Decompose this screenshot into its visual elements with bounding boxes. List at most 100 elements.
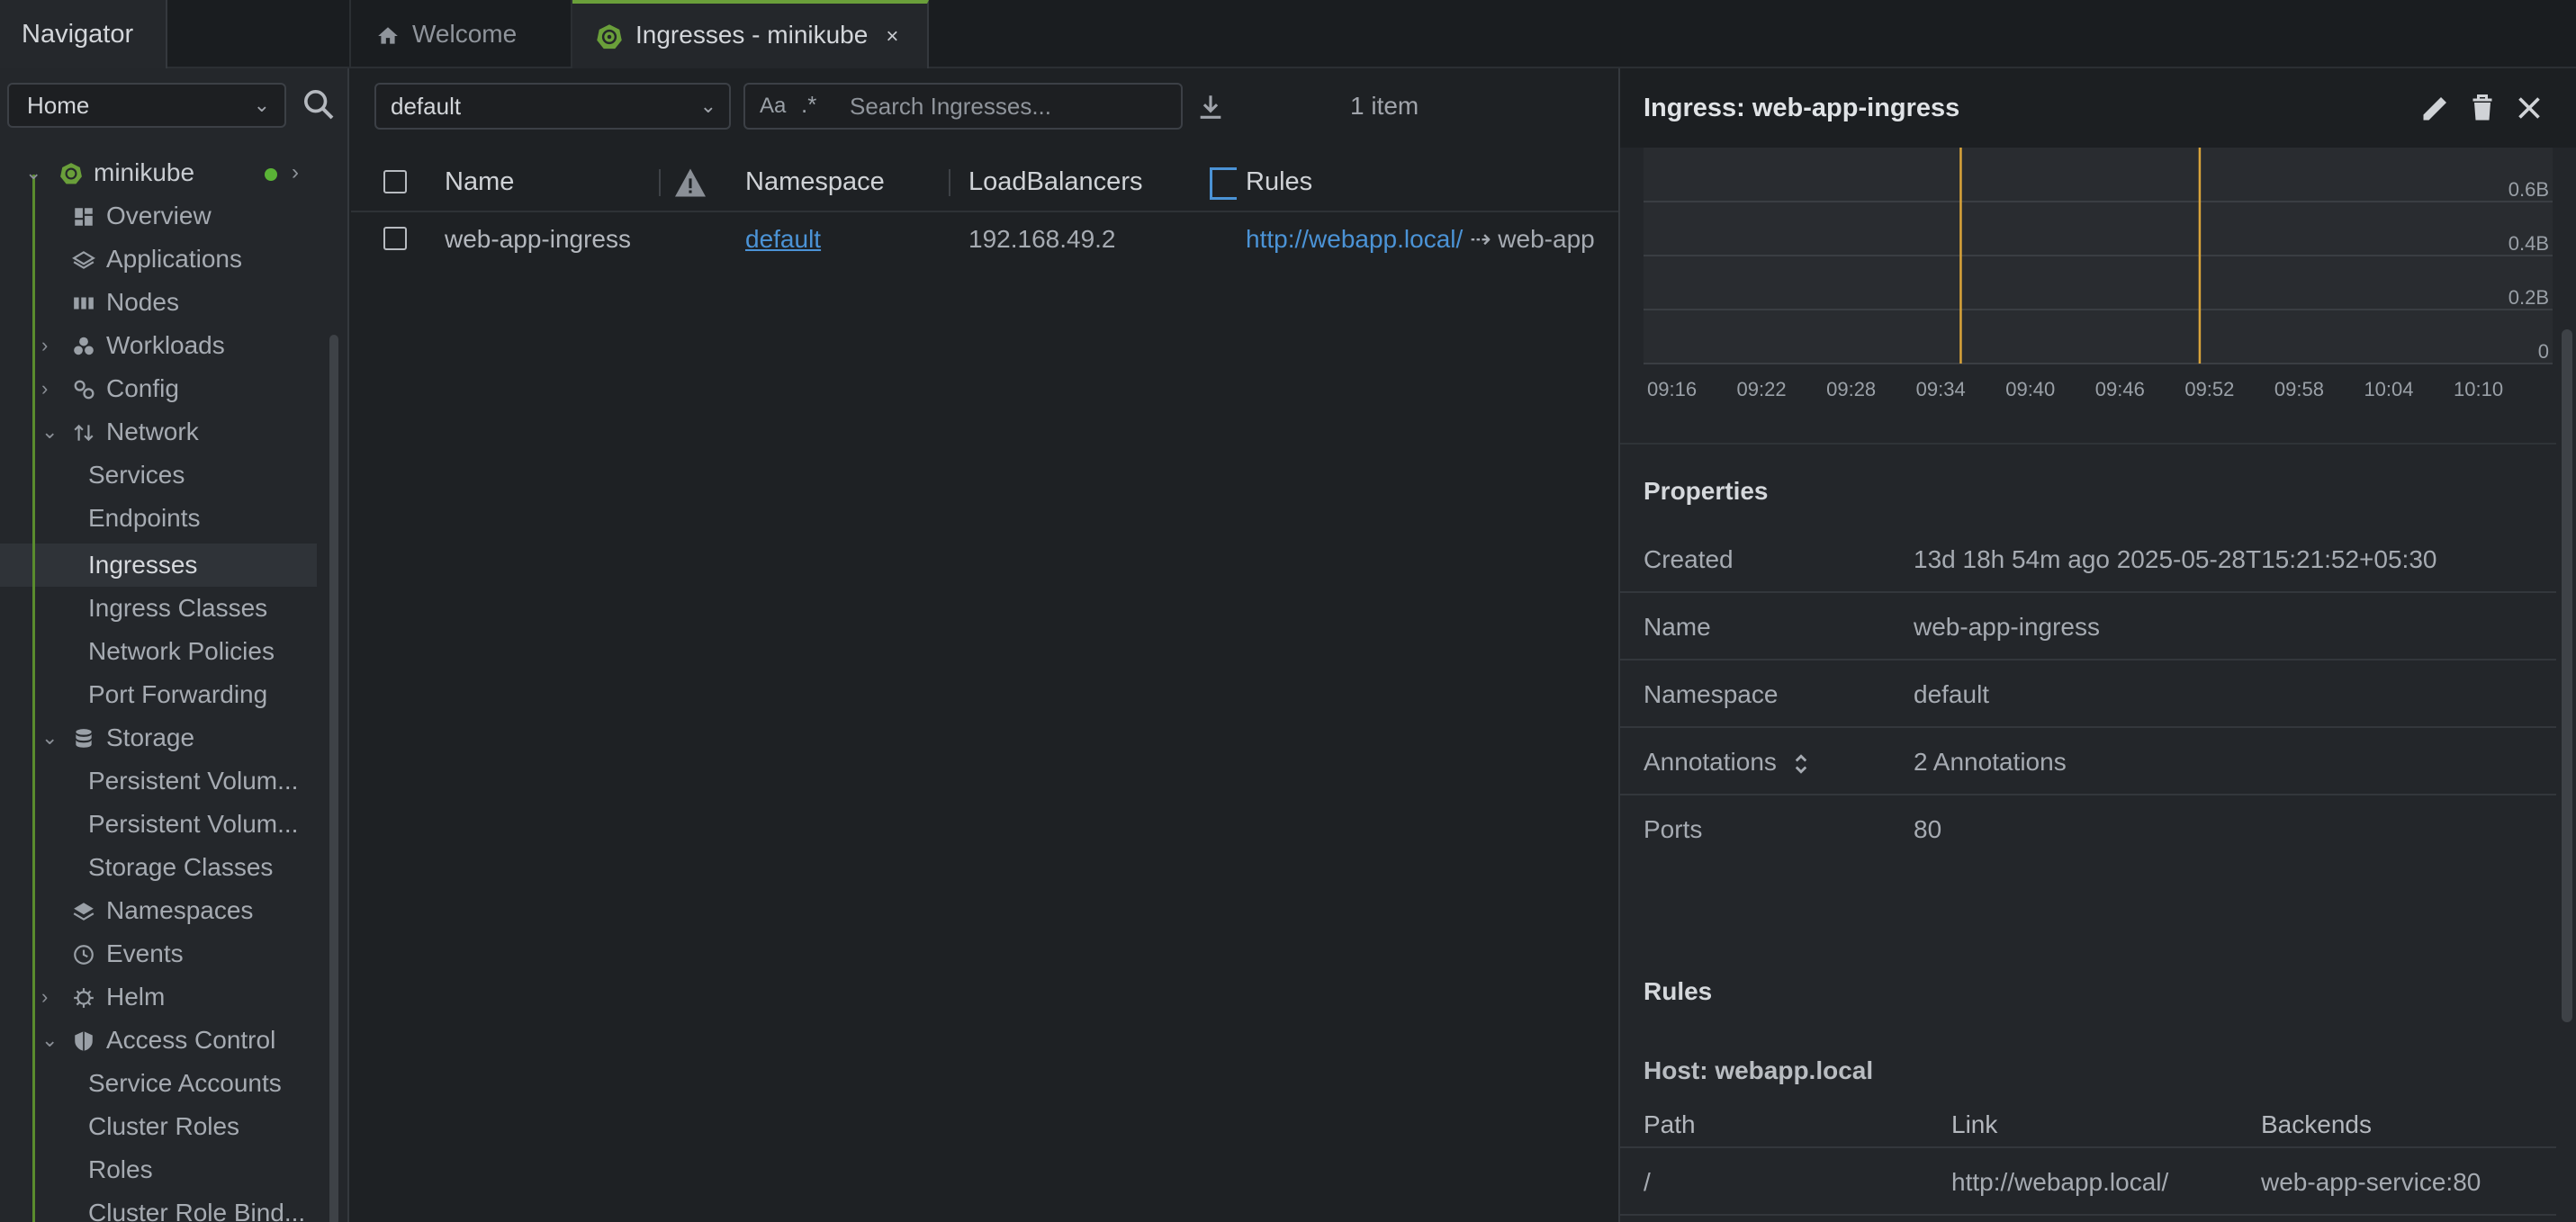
sidebar-item-endpoints[interactable]: Endpoints [88,497,201,540]
column-namespace[interactable]: Namespace [745,151,885,212]
sidebar-item-label: Access Control [106,1026,276,1054]
chart-y-tick: 0.4B [2508,232,2549,255]
chevron-down-icon[interactable]: ⌄ [41,716,58,759]
chart-y-tick: 0.6B [2508,178,2549,201]
search-ingresses-input[interactable]: Aa .* Search Ingresses... [743,83,1183,130]
status-dot [265,168,277,181]
cell-namespace-link[interactable]: default [745,214,821,265]
chevron-down-icon: ⌄ [253,94,270,116]
rule-link[interactable]: http://webapp.local/ [1246,225,1463,253]
layers-icon [73,903,95,921]
rule-backend: web-app-service:80 [2261,1168,2481,1196]
warning-icon[interactable] [673,167,707,198]
workloads-icon [74,337,94,355]
chevron-right-icon[interactable]: › [292,151,299,194]
sidebar-item-cluster-roles[interactable]: Cluster Roles [88,1105,239,1148]
annotations-label: Annotations [1644,748,1777,776]
sidebar-scrollbar[interactable] [329,335,338,1222]
home-select-value: Home [27,92,90,119]
chevron-right-icon[interactable]: › [41,367,48,410]
sidebar-item-service-accounts[interactable]: Service Accounts [88,1062,282,1105]
namespace-filter-select[interactable]: default ⌄ [374,83,731,130]
prop-value: web-app-ingress [1914,613,2100,641]
column-separator[interactable] [949,169,950,196]
sidebar-item-port-forwarding[interactable]: Port Forwarding [88,673,267,716]
sidebar-item-helm[interactable]: Helm [74,975,165,1019]
expand-icon[interactable] [1791,751,1811,777]
rules-title: Rules [1644,977,1713,1005]
column-rules[interactable]: Rules [1246,151,1312,212]
namespace-link[interactable]: default [1914,660,1989,728]
database-icon [76,729,92,748]
tab-welcome[interactable]: Welcome [349,0,572,68]
clock-icon [74,945,94,965]
sidebar-item-label: Applications [106,245,242,273]
sidebar-item-overview[interactable]: Overview [75,194,212,238]
sidebar-item-cluster-role-bindings[interactable]: Cluster Role Bind... [88,1191,305,1222]
prop-annotations[interactable]: Annotations 2 Annotations [1620,728,2556,795]
details-drawer: Ingress: web-app-ingress 0 0.2B 0.4B 0.6B 09… [1618,68,2576,1222]
select-all-checkbox[interactable] [383,170,407,193]
tree-guide-line [32,175,35,1222]
chevron-down-icon[interactable]: ⌄ [41,1019,58,1062]
search-icon[interactable] [301,86,337,122]
ingresses-list-panel: default ⌄ Aa .* Search Ingresses... 1 ite… [351,68,1618,1222]
column-separator[interactable] [659,169,661,196]
sidebar-item-ingress-classes[interactable]: Ingress Classes [88,587,267,630]
chevron-down-icon[interactable]: ⌄ [41,410,58,454]
cluster-minikube[interactable]: minikube [94,151,194,194]
sidebar-item-label: Storage [106,723,195,751]
chart-x-tick: 09:58 [2274,378,2324,400]
sidebar-item-network[interactable]: Network [74,410,199,454]
download-icon[interactable] [1195,92,1226,122]
sidebar-item-nodes[interactable]: Nodes [74,281,179,324]
sidebar-item-storage[interactable]: Storage [76,716,195,759]
sidebar-item-storage-classes[interactable]: Storage Classes [88,846,273,889]
column-resize-handle[interactable] [1210,167,1237,200]
close-icon[interactable] [2513,92,2545,124]
kubernetes-icon [597,23,622,49]
chart-x-tick: 09:40 [2005,378,2055,400]
chart-x-tick: 09:34 [1916,378,1966,400]
regex-icon[interactable]: .* [801,85,816,124]
nodes-icon [74,297,94,310]
edit-icon[interactable] [2419,92,2452,124]
chevron-right-icon[interactable]: › [41,975,48,1019]
sidebar-item-access-control[interactable]: Access Control [75,1019,276,1062]
sidebar-item-workloads[interactable]: Workloads [74,324,225,367]
chevron-right-icon[interactable]: › [41,324,48,367]
table-row[interactable]: web-app-ingress default 192.168.49.2 htt… [351,214,1618,265]
prop-key: Created [1644,545,1734,573]
prop-key: Namespace [1644,680,1779,708]
match-case-icon[interactable]: Aa [760,85,786,128]
sidebar-item-services[interactable]: Services [88,454,185,497]
kubernetes-icon [60,163,82,184]
sidebar-item-roles[interactable]: Roles [88,1148,153,1191]
drawer-header: Ingress: web-app-ingress [1620,68,2576,148]
sidebar-item-persistent-volume-claims[interactable]: Persistent Volum... [88,759,298,803]
rule-link[interactable]: http://webapp.local/ [1951,1148,2168,1216]
trash-icon[interactable] [2466,92,2499,124]
sidebar-item-persistent-volumes[interactable]: Persistent Volum... [88,803,298,846]
rule-path: / [1644,1168,1651,1196]
drawer-scrollbar[interactable] [2562,329,2572,1022]
sidebar-item-namespaces[interactable]: Namespaces [73,889,253,932]
home-select[interactable]: Home ⌄ [7,83,286,128]
sidebar-item-label: Config [106,374,179,402]
close-tab-icon[interactable]: × [886,5,898,68]
column-loadbalancers[interactable]: LoadBalancers [968,151,1142,212]
prop-value: 13d 18h 54m ago 2025-05-28T15:21:52+05:3… [1914,545,2437,573]
chevron-down-icon[interactable]: ⌄ [25,151,41,194]
sidebar-item-applications[interactable]: Applications [72,238,242,281]
sidebar-item-config[interactable]: Config [74,367,179,410]
sidebar-item-events[interactable]: Events [74,932,184,975]
sidebar-item-ingresses[interactable]: Ingresses [88,544,197,587]
top-bar: Navigator Welcome Ingresses - minikube × [0,0,2576,68]
chart-x-tick: 10:10 [2454,378,2503,400]
prop-value: 80 [1914,815,1942,843]
sidebar-item-network-policies[interactable]: Network Policies [88,630,275,673]
column-name[interactable]: Name [445,151,514,212]
row-checkbox[interactable] [383,227,407,250]
tab-ingresses[interactable]: Ingresses - minikube × [572,0,929,68]
helm-icon [74,988,94,1008]
